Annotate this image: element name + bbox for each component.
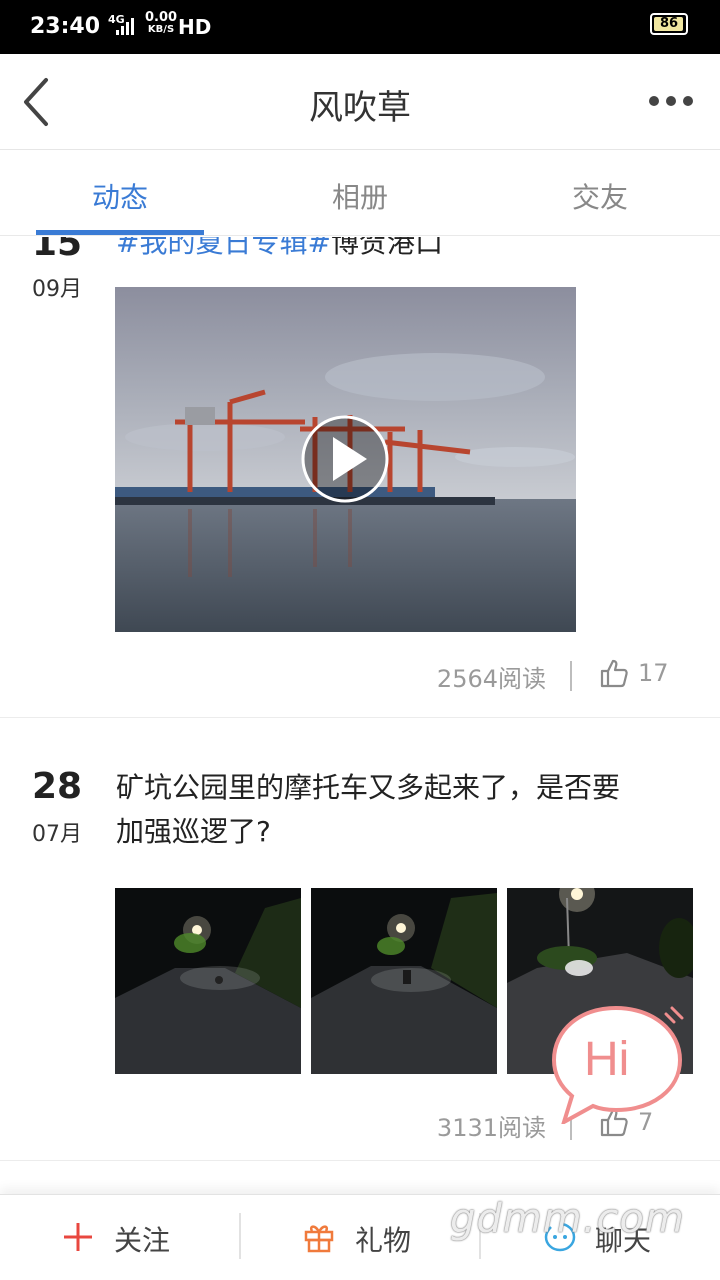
follow-label: 关注: [114, 1224, 171, 1257]
profile-tabs: 动态 相册 交友: [0, 150, 720, 236]
post-photo[interactable]: [115, 888, 301, 1074]
post-text[interactable]: #我的夏日专辑#博贺港口: [116, 237, 696, 265]
post-day: 28: [31, 766, 83, 807]
night-road-image: [311, 888, 497, 1074]
like-count: 17: [638, 659, 669, 687]
tab-album[interactable]: 相册: [240, 176, 480, 216]
hi-text: Hi: [584, 1033, 630, 1086]
gift-icon: [304, 1225, 334, 1253]
hi-chat-bubble[interactable]: Hi: [548, 1002, 694, 1127]
stats-divider: [570, 661, 572, 691]
post-month: 09月: [32, 277, 82, 302]
tab-dynamics[interactable]: 动态: [0, 176, 240, 216]
post-text[interactable]: 矿坑公园里的摩托车又多起来了，是否要 加强巡逻了?: [116, 766, 696, 854]
signal-icon: [116, 18, 134, 35]
status-bar: 23:40 4G 0.00 KB/S HD 86: [0, 0, 720, 54]
plus-icon: [64, 1223, 92, 1251]
watermark: gdmm.com: [450, 1196, 685, 1242]
app-header: 风吹草: [0, 54, 720, 150]
network-indicator: 4G: [108, 14, 134, 35]
speed-value: 0.00: [145, 10, 178, 25]
post-divider: [0, 1160, 720, 1161]
more-dots-icon: [649, 96, 693, 106]
tab-friends[interactable]: 交友: [480, 176, 720, 216]
post-caption-line2: 加强巡逻了?: [116, 815, 271, 848]
post-caption: 博贺港口: [330, 237, 443, 259]
battery-level: 86: [659, 16, 679, 31]
battery-icon: 86: [650, 13, 688, 35]
speed-indicator: 0.00 KB/S: [145, 10, 178, 36]
post-caption-line1: 矿坑公园里的摩托车又多起来了，是否要: [116, 771, 621, 804]
active-tab-indicator: [36, 230, 204, 235]
video-thumbnail[interactable]: [115, 287, 576, 632]
read-count: 2564阅读: [436, 665, 546, 693]
read-count: 3131阅读: [436, 1114, 546, 1142]
speed-unit: KB/S: [147, 24, 175, 35]
feed-post[interactable]: 15 09月 #我的夏日专辑#博贺港口 2564阅读 17: [0, 237, 720, 718]
night-road-image: [115, 888, 301, 1074]
gift-button[interactable]: 礼物: [241, 1195, 481, 1280]
more-button[interactable]: [646, 84, 696, 118]
gift-label: 礼物: [355, 1224, 412, 1257]
post-day: 15: [31, 237, 83, 264]
harbor-image: [115, 287, 576, 632]
post-hashtag[interactable]: #我的夏日专辑#: [116, 237, 331, 259]
status-time: 23:40: [30, 14, 101, 39]
post-stats: 2564阅读 17: [0, 659, 720, 699]
post-month: 07月: [32, 822, 82, 847]
hd-indicator: HD: [178, 15, 212, 39]
page-title: 风吹草: [309, 88, 411, 128]
thumbs-up-icon[interactable]: [598, 657, 630, 689]
follow-button[interactable]: 关注: [0, 1195, 240, 1280]
post-photo[interactable]: [311, 888, 497, 1074]
